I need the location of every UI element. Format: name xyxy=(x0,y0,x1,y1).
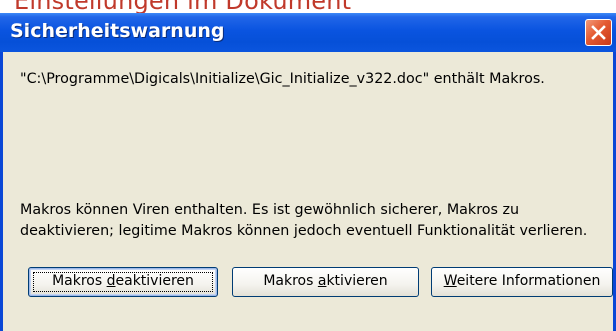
dialog-title: Sicherheitswarnung xyxy=(10,20,225,42)
activate-macros-button[interactable]: Makros aktivieren xyxy=(232,267,419,297)
more-info-label-post: eitere Informationen xyxy=(456,273,601,289)
more-information-button[interactable]: Weitere Informationen xyxy=(431,267,613,297)
macro-file-message: "C:\Programme\Digicals\Initialize\Gic_In… xyxy=(20,71,545,87)
activate-label-post: ktivieren xyxy=(326,273,388,289)
dialog-titlebar[interactable]: Sicherheitswarnung xyxy=(0,13,616,52)
security-warning-dialog: Sicherheitswarnung "C:\Programme\Digical… xyxy=(0,13,616,331)
deactivate-macros-button[interactable]: Makros deaktivieren xyxy=(28,267,218,297)
activate-label-pre: Makros xyxy=(263,273,318,289)
close-x-icon xyxy=(591,25,606,40)
macro-warning-line-2: deaktivieren; legitime Makros können jed… xyxy=(20,223,588,239)
screen: Einstellungen im Dokument Sicherheitswar… xyxy=(0,0,616,331)
close-button[interactable] xyxy=(585,19,612,46)
more-info-label-accel: W xyxy=(443,273,457,289)
macro-warning-line-1: Makros können Viren enthalten. Es ist ge… xyxy=(20,202,520,218)
focus-rectangle xyxy=(33,272,213,292)
